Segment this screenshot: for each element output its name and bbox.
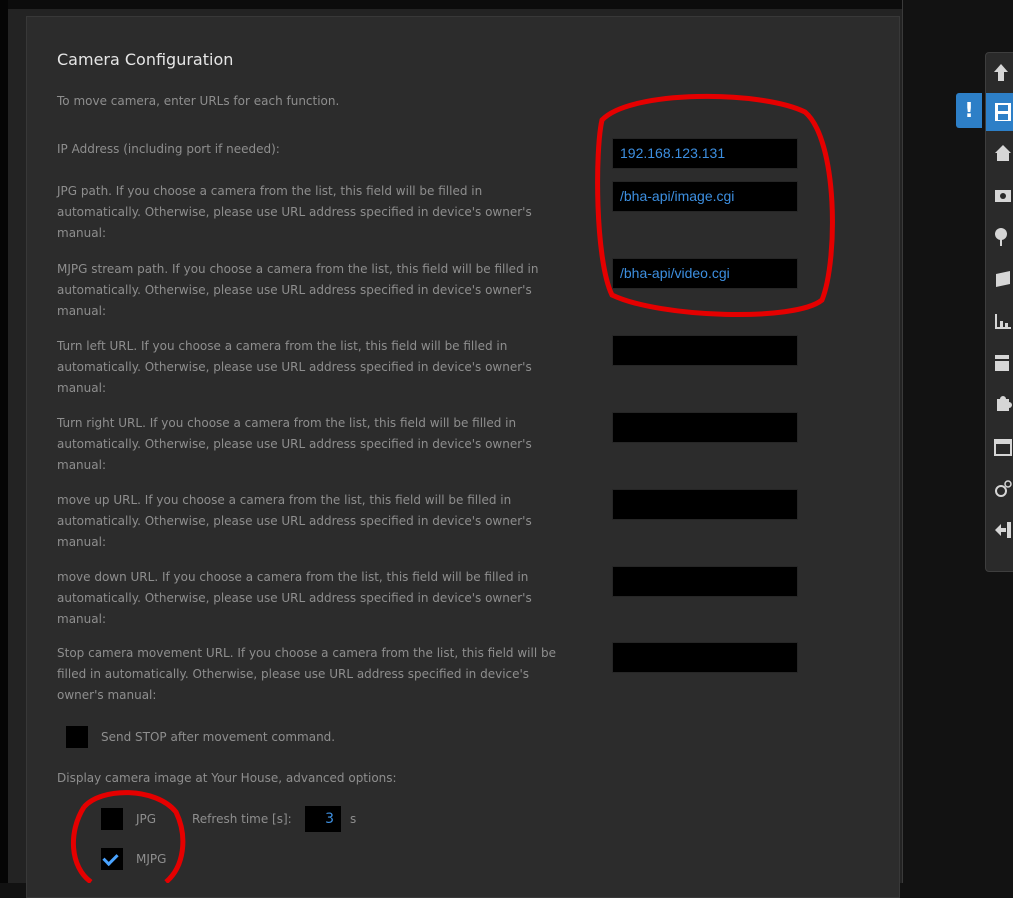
home-glyph — [995, 145, 1011, 161]
jpg-option-checkbox[interactable] — [101, 808, 123, 830]
page-title: Camera Configuration — [57, 50, 234, 69]
camera-icon[interactable] — [986, 176, 1013, 214]
config-description: To move camera, enter URLs for each func… — [57, 94, 340, 108]
move-up-label: move up URL. If you choose a camera from… — [57, 493, 532, 549]
up-arrow-glyph — [994, 64, 1008, 81]
send-stop-label: Send STOP after movement command. — [101, 730, 336, 744]
turn-left-label: Turn left URL. If you choose a camera fr… — [57, 339, 532, 395]
puzzle-glyph — [997, 396, 1012, 411]
window-left-edge — [0, 0, 8, 883]
refresh-unit: s — [350, 812, 357, 826]
tray-glyph — [995, 355, 1009, 371]
mjpg-option-label: MJPG — [136, 852, 167, 866]
stop-movement-input[interactable] — [612, 642, 798, 673]
panel-top-bar — [8, 0, 902, 9]
jpg-path-input[interactable]: /bha-api/image.cgi — [612, 181, 798, 212]
pin-icon[interactable] — [986, 218, 1013, 256]
ip-address-label: IP Address (including port if needed): — [57, 142, 280, 156]
side-toolbar — [985, 52, 1013, 572]
ip-address-input[interactable]: 192.168.123.131 — [612, 138, 798, 169]
jpg-path-label: JPG path. If you choose a camera from th… — [57, 184, 532, 240]
jpg-option-label: JPG — [136, 812, 157, 826]
chart-glyph — [995, 314, 1011, 329]
camera-glyph — [995, 190, 1011, 202]
calendar-glyph — [994, 439, 1012, 456]
puzzle-icon[interactable] — [986, 386, 1013, 424]
turn-right-label: Turn right URL. If you choose a camera f… — [57, 416, 532, 472]
home-icon[interactable] — [986, 134, 1013, 172]
logout-glyph — [995, 522, 1011, 538]
refresh-time-input[interactable]: 3 — [305, 806, 341, 832]
move-up-input[interactable] — [612, 489, 798, 520]
gears-icon[interactable] — [986, 470, 1013, 508]
mjpg-path-input[interactable]: /bha-api/video.cgi — [612, 258, 798, 289]
send-stop-checkbox[interactable] — [66, 726, 88, 748]
mjpg-path-label: MJPG stream path. If you choose a camera… — [57, 262, 539, 318]
flag-icon[interactable] — [986, 260, 1013, 298]
chart-icon[interactable] — [986, 302, 1013, 340]
gears-glyph — [995, 480, 1012, 497]
up-arrow-icon[interactable] — [986, 53, 1013, 91]
move-down-input[interactable] — [612, 566, 798, 597]
pin-glyph — [995, 228, 1007, 246]
mjpg-option-checkbox[interactable] — [101, 848, 123, 870]
refresh-time-label: Refresh time [s]: — [192, 812, 292, 826]
flag-glyph — [996, 271, 1010, 287]
save-icon[interactable] — [986, 93, 1013, 131]
turn-left-input[interactable] — [612, 335, 798, 366]
logout-icon[interactable] — [986, 511, 1013, 549]
alert-badge[interactable]: ! — [956, 93, 982, 128]
check-icon — [102, 849, 119, 867]
move-down-label: move down URL. If you choose a camera fr… — [57, 570, 532, 626]
save-glyph — [995, 103, 1011, 121]
stop-movement-label: Stop camera movement URL. If you choose … — [57, 646, 556, 702]
calendar-icon[interactable] — [986, 428, 1013, 466]
tray-icon[interactable] — [986, 344, 1013, 382]
turn-right-input[interactable] — [612, 412, 798, 443]
display-options-label: Display camera image at Your House, adva… — [57, 771, 397, 785]
